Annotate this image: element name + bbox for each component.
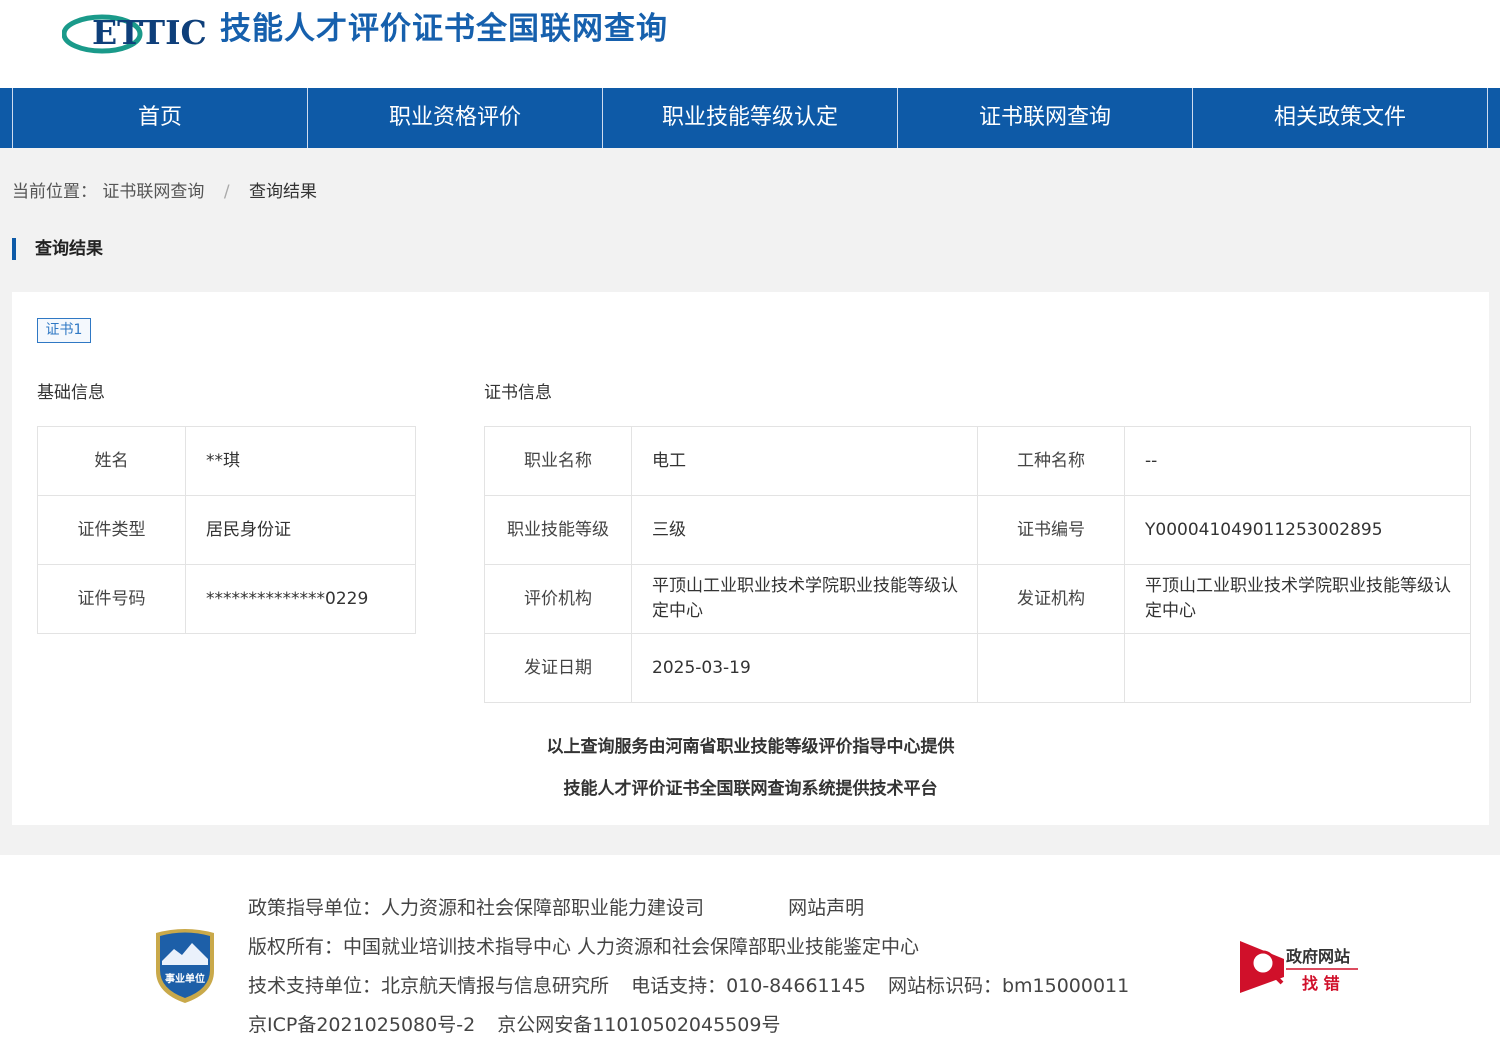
- svg-text:事业单位: 事业单位: [165, 972, 205, 985]
- footer-statement-link[interactable]: 网站声明: [788, 897, 864, 919]
- issue-date-value: 2025-03-19: [631, 633, 978, 703]
- table-row: 证件号码 **************0229: [37, 564, 416, 634]
- cert-tab-1[interactable]: 证书1: [37, 318, 91, 343]
- id-type-value: 居民身份证: [185, 495, 416, 565]
- footer-icp-line: 京ICP备2021025080号-2 京公网安备11010502045509号: [248, 1012, 796, 1038]
- issue-date-label: 发证日期: [484, 633, 632, 703]
- nav-qualification-evaluation[interactable]: 职业资格评价: [308, 88, 603, 148]
- public-institution-badge-icon[interactable]: 事业单位: [152, 927, 218, 1005]
- empty-cell: [977, 633, 1125, 703]
- site-header: ETTIC 技能人才评价证书全国联网查询: [0, 0, 1500, 88]
- name-value: **琪: [185, 426, 416, 496]
- work-type-value: --: [1124, 426, 1471, 496]
- provider-line-1: 以上查询服务由河南省职业技能等级评价指导中心提供: [546, 737, 955, 757]
- footer-phone: 电话支持：010-84661145: [631, 975, 866, 997]
- basic-info-table: 姓名 **琪 证件类型 居民身份证 证件号码 **************022…: [37, 426, 416, 634]
- svg-text:ETTIC: ETTIC: [92, 13, 207, 52]
- footer-support-line: 技术支持单位：北京航天情报与信息研究所 电话支持：010-84661145 网站…: [248, 973, 1145, 999]
- nav-edge: [0, 88, 13, 148]
- id-number-label: 证件号码: [37, 564, 186, 634]
- occupation-value: 电工: [631, 426, 978, 496]
- cert-number-value: Y000041049011253002895: [1124, 495, 1471, 565]
- footer-support: 技术支持单位：北京航天情报与信息研究所: [248, 975, 610, 997]
- section-title: 查询结果: [12, 238, 103, 260]
- breadcrumb-separator: /: [223, 182, 230, 202]
- table-row: 职业名称 电工 工种名称 --: [484, 426, 1471, 496]
- issuer-value: 平顶山工业职业技术学院职业技能等级认定中心: [1124, 564, 1471, 634]
- name-label: 姓名: [37, 426, 186, 496]
- footer-site-id: 网站标识码：bm15000011: [887, 975, 1130, 997]
- breadcrumb: 当前位置： 证书联网查询 / 查询结果: [12, 180, 317, 204]
- table-row: 发证日期 2025-03-19: [484, 633, 1471, 703]
- table-row: 评价机构 平顶山工业职业技术学院职业技能等级认定中心 发证机构 平顶山工业职业技…: [484, 564, 1471, 634]
- main-nav: 首页 职业资格评价 职业技能等级认定 证书联网查询 相关政策文件: [0, 88, 1500, 148]
- skill-level-label: 职业技能等级: [484, 495, 632, 565]
- basic-info-label: 基础信息: [37, 383, 105, 403]
- svg-text:政府网站: 政府网站: [1286, 947, 1350, 966]
- gov-site-error-report-icon[interactable]: 政府网站 找 错: [1238, 937, 1368, 997]
- skill-level-value: 三级: [631, 495, 978, 565]
- id-type-label: 证件类型: [37, 495, 186, 565]
- id-number-value: **************0229: [185, 564, 416, 634]
- table-row: 职业技能等级 三级 证书编号 Y000041049011253002895: [484, 495, 1471, 565]
- nav-skill-level-certification[interactable]: 职业技能等级认定: [603, 88, 898, 148]
- footer-copyright: 版权所有：中国就业培训技术指导中心 人力资源和社会保障部职业技能鉴定中心: [248, 936, 920, 958]
- breadcrumb-current: 查询结果: [248, 182, 317, 202]
- provider-line-2: 技能人才评价证书全国联网查询系统提供技术平台: [563, 779, 938, 799]
- footer-policy: 政策指导单位：人力资源和社会保障部职业能力建设司: [248, 897, 705, 919]
- cert-number-label: 证书编号: [977, 495, 1125, 565]
- footer-police-link[interactable]: 京公网安备11010502045509号: [497, 1014, 780, 1036]
- svg-text:找 错: 找 错: [1302, 974, 1340, 993]
- table-row: 姓名 **琪: [37, 426, 416, 496]
- occupation-label: 职业名称: [484, 426, 632, 496]
- footer-policy-line: 政策指导单位：人力资源和社会保障部职业能力建设司 网站声明: [248, 895, 880, 921]
- breadcrumb-link-certificate-query[interactable]: 证书联网查询: [102, 182, 204, 202]
- breadcrumb-prefix: 当前位置：: [12, 182, 97, 202]
- table-row: 证件类型 居民身份证: [37, 495, 416, 565]
- evaluator-label: 评价机构: [484, 564, 632, 634]
- work-type-label: 工种名称: [977, 426, 1125, 496]
- evaluator-value: 平顶山工业职业技术学院职业技能等级认定中心: [631, 564, 978, 634]
- site-footer: 事业单位 政策指导单位：人力资源和社会保障部职业能力建设司 网站声明 版权所有：…: [0, 855, 1500, 1050]
- nav-home[interactable]: 首页: [13, 88, 308, 148]
- nav-certificate-query[interactable]: 证书联网查询: [898, 88, 1193, 148]
- nav-policy-documents[interactable]: 相关政策文件: [1193, 88, 1488, 148]
- cert-info-label: 证书信息: [484, 383, 552, 403]
- ettic-logo[interactable]: ETTIC: [62, 8, 208, 56]
- cert-info-table: 职业名称 电工 工种名称 -- 职业技能等级 三级 证书编号 Y00004104…: [484, 426, 1471, 703]
- site-title: 技能人才评价证书全国联网查询: [220, 11, 668, 47]
- issuer-label: 发证机构: [977, 564, 1125, 634]
- footer-icp-link[interactable]: 京ICP备2021025080号-2: [248, 1014, 475, 1036]
- result-card: 证书1 基础信息 证书信息 姓名 **琪 证件类型 居民身份证 证件号码 ***…: [12, 292, 1489, 825]
- empty-cell: [1124, 633, 1471, 703]
